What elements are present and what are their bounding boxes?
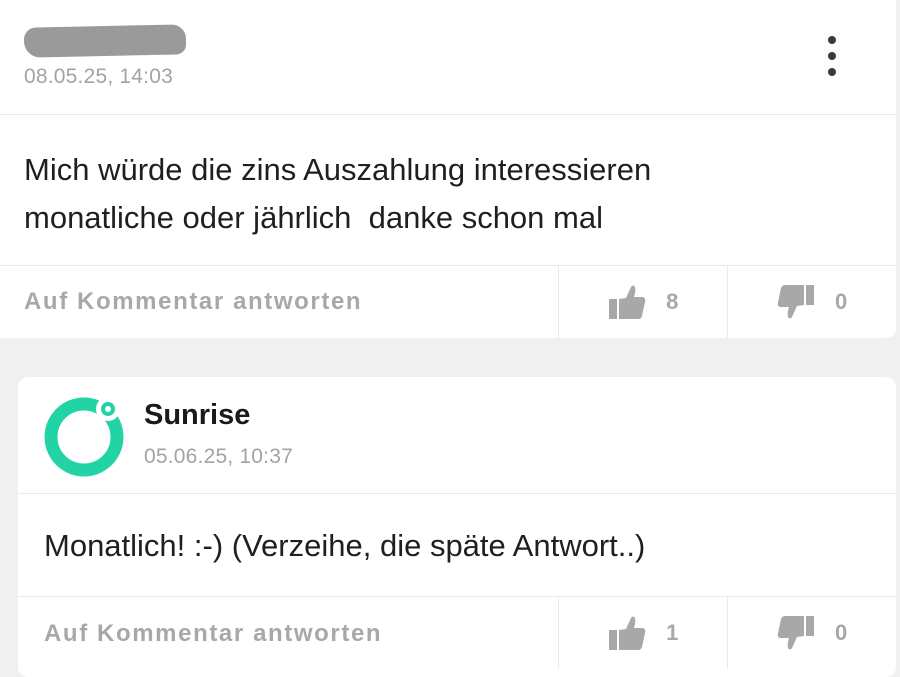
reply-button[interactable]: Auf Kommentar antworten bbox=[18, 597, 560, 669]
redacted-author-name bbox=[23, 24, 187, 58]
like-button[interactable]: 8 bbox=[559, 266, 729, 338]
more-vertical-icon bbox=[828, 36, 836, 44]
dislike-count: 0 bbox=[834, 289, 848, 314]
dislike-count: 0 bbox=[834, 620, 848, 645]
comment-card: 08.05.25, 14:03 Mich würde die zins Ausz… bbox=[0, 0, 896, 338]
thumbs-down-icon bbox=[777, 616, 814, 650]
sunrise-logo-icon bbox=[44, 397, 124, 477]
more-vertical-icon-dot bbox=[828, 52, 836, 60]
comment-header: 08.05.25, 14:03 bbox=[0, 0, 896, 115]
more-options-button[interactable] bbox=[820, 36, 844, 76]
reply-card: Sunrise 05.06.25, 10:37 Monatlich! :-) (… bbox=[18, 377, 896, 677]
thumbs-up-icon bbox=[609, 285, 646, 319]
more-vertical-icon-dot bbox=[828, 68, 836, 76]
comment-footer: Auf Kommentar antworten 8 0 bbox=[0, 266, 896, 338]
comment-text: Mich würde die zins Auszahlung interessi… bbox=[0, 115, 896, 266]
dislike-button[interactable]: 0 bbox=[728, 266, 896, 338]
thumbs-up-icon bbox=[609, 616, 646, 650]
comment-header: Sunrise 05.06.25, 10:37 bbox=[18, 377, 896, 494]
comment-text-line: monatliche oder jährlich danke schon mal bbox=[24, 200, 603, 235]
like-count: 1 bbox=[666, 620, 679, 645]
dislike-button[interactable]: 0 bbox=[728, 597, 896, 669]
comment-footer: Auf Kommentar antworten 1 0 bbox=[18, 597, 896, 669]
author-name[interactable]: Sunrise bbox=[144, 399, 250, 432]
comment-timestamp: 08.05.25, 14:03 bbox=[24, 65, 173, 88]
comment-text-line: Monatlich! :-) (Verzeihe, die späte Antw… bbox=[44, 528, 646, 563]
reply-button[interactable]: Auf Kommentar antworten bbox=[0, 266, 560, 338]
thumbs-down-icon bbox=[777, 285, 814, 319]
comment-timestamp: 05.06.25, 10:37 bbox=[144, 445, 293, 468]
like-button[interactable]: 1 bbox=[559, 597, 729, 669]
like-count: 8 bbox=[666, 289, 679, 314]
comment-text: Monatlich! :-) (Verzeihe, die späte Antw… bbox=[18, 494, 896, 597]
comment-text-line: Mich würde die zins Auszahlung interessi… bbox=[24, 152, 652, 187]
